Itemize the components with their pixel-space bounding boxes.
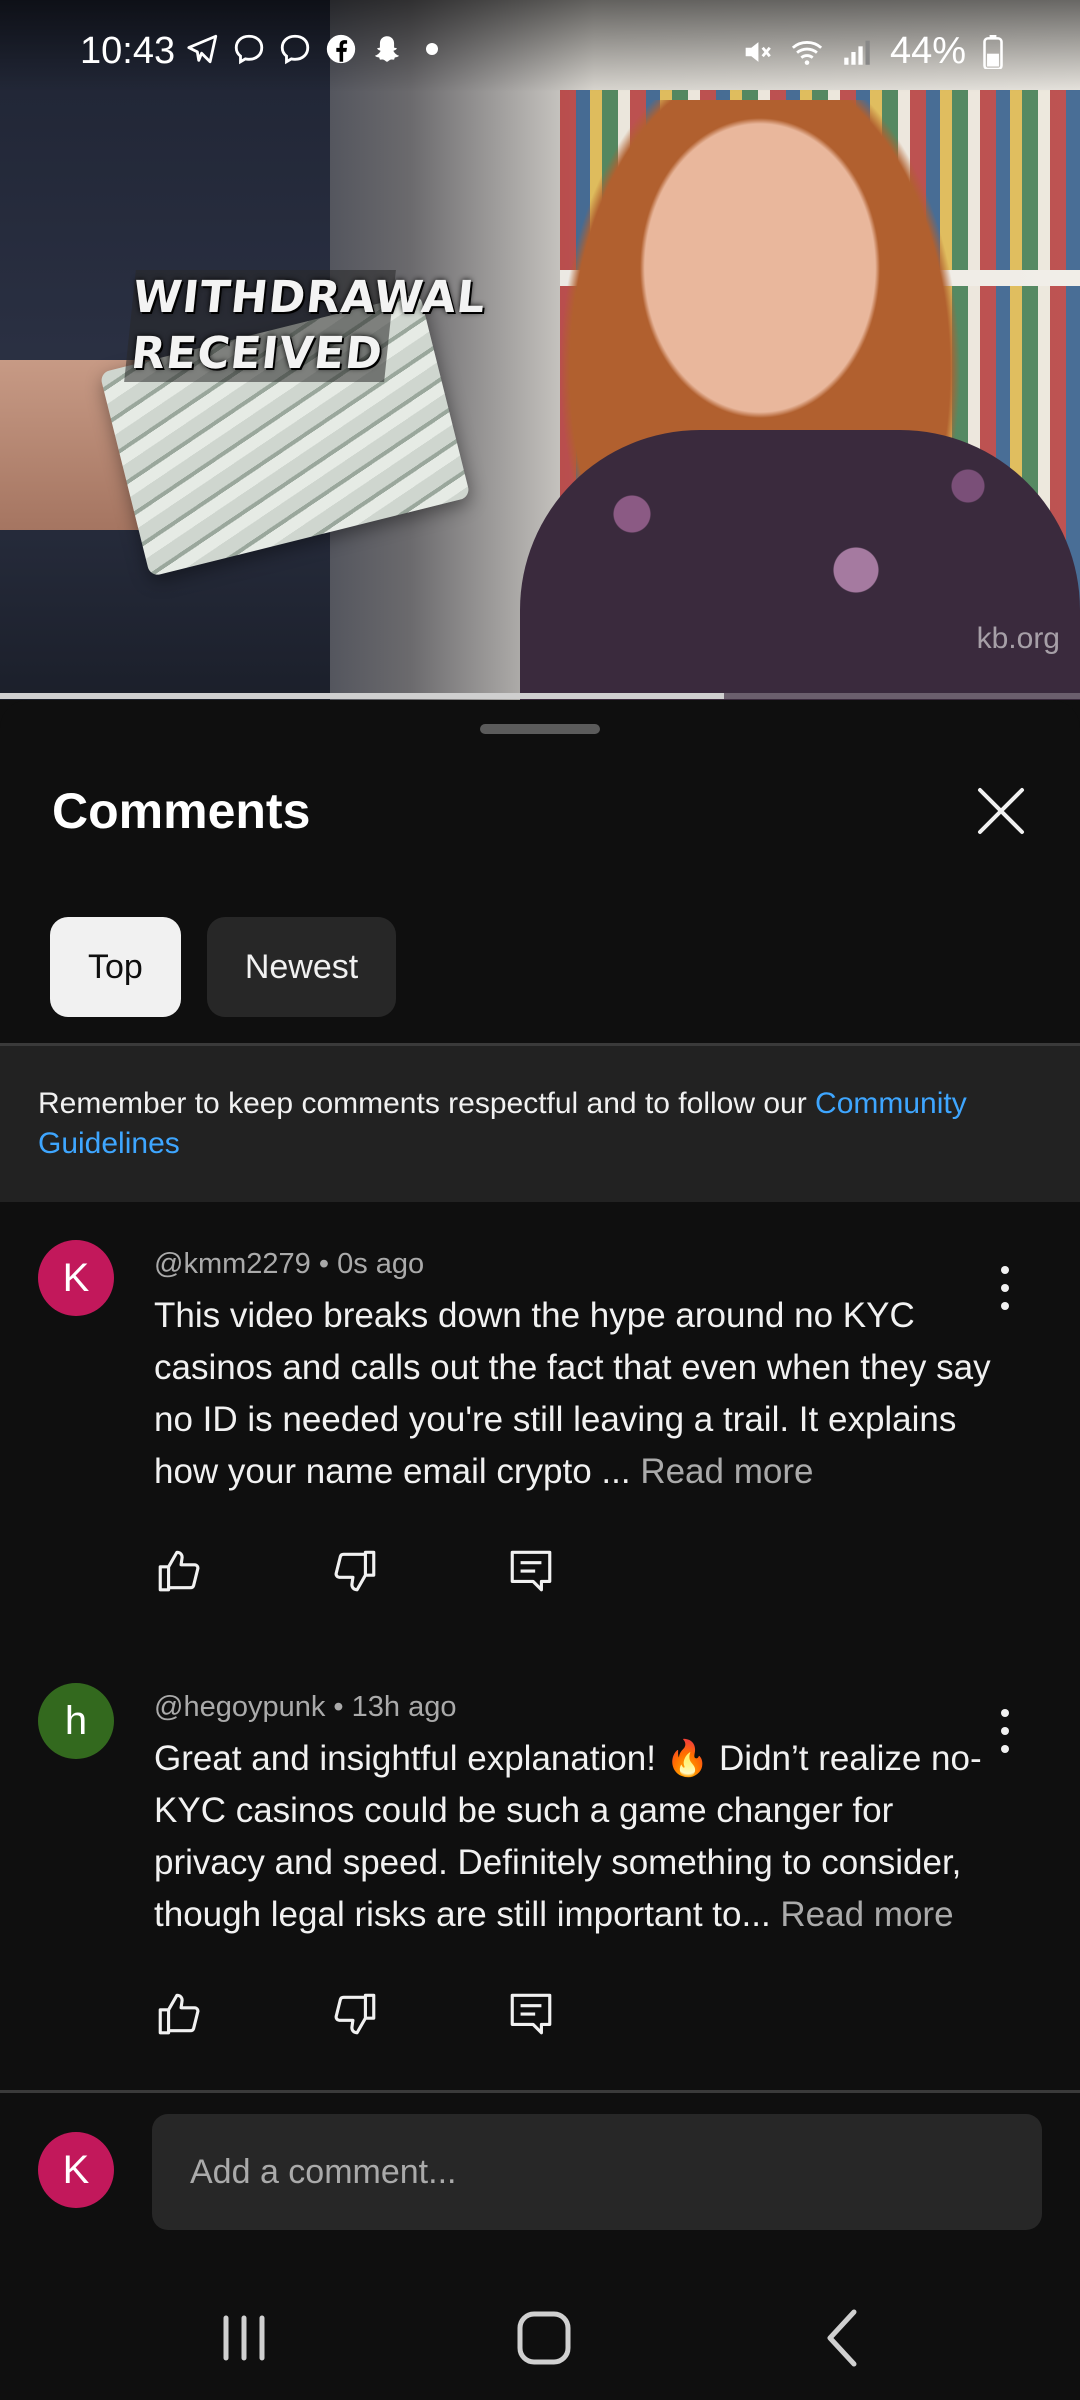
- status-bar: 10:43 44%: [0, 0, 1080, 92]
- messenger-icon: [280, 34, 310, 65]
- reply-icon[interactable]: [506, 1989, 556, 2039]
- home-icon[interactable]: [504, 2298, 584, 2378]
- like-icon[interactable]: [154, 1546, 204, 1596]
- video-progress-fill: [0, 693, 724, 699]
- comment-actions: [154, 1546, 556, 1596]
- comment-text[interactable]: This video breaks down the hype around n…: [154, 1290, 994, 1498]
- system-icons: 44%: [740, 30, 1004, 73]
- comment-body: This video breaks down the hype around n…: [154, 1296, 991, 1491]
- battery-icon: [983, 34, 1003, 69]
- facebook-icon: [326, 34, 356, 64]
- read-more-link[interactable]: Read more: [640, 1452, 813, 1491]
- comment-time: 13h ago: [351, 1691, 457, 1723]
- meta-separator: •: [318, 1248, 338, 1280]
- avatar: K: [38, 2132, 114, 2208]
- chip-newest[interactable]: Newest: [206, 917, 397, 1017]
- like-icon[interactable]: [154, 1989, 204, 2039]
- meta-separator: •: [333, 1691, 352, 1723]
- video-player[interactable]: WITHDRAWAL RECEIVED kb.org: [0, 0, 1080, 700]
- comment-time: 0s ago: [337, 1248, 425, 1280]
- snapchat-icon: [374, 36, 400, 62]
- comment-meta: @kmm2279 • 0s ago: [154, 1248, 424, 1281]
- wifi-icon: [791, 40, 823, 65]
- recents-icon[interactable]: [204, 2298, 284, 2378]
- avatar[interactable]: K: [38, 1240, 114, 1316]
- messenger-icon: [234, 34, 264, 65]
- video-overlay-line2: RECEIVED: [124, 326, 390, 382]
- more-vert-icon[interactable]: [990, 1258, 1020, 1318]
- close-icon[interactable]: [966, 776, 1036, 846]
- avatar[interactable]: h: [38, 1683, 114, 1759]
- video-overlay-line1: WITHDRAWAL: [130, 270, 489, 326]
- more-vert-icon[interactable]: [990, 1701, 1020, 1761]
- battery-percent: 44%: [889, 30, 966, 72]
- comment-author[interactable]: @hegoypunk: [154, 1691, 325, 1723]
- comment-item[interactable]: h @hegoypunk • 13h ago Great and insight…: [0, 1683, 1080, 2083]
- mute-icon: [745, 41, 771, 62]
- comments-title: Comments: [52, 783, 311, 839]
- sheet-drag-handle[interactable]: [480, 724, 600, 734]
- comments-sheet: Comments Top Newest Remember to keep com…: [0, 700, 1080, 2400]
- dot-icon: [426, 43, 438, 55]
- chip-top[interactable]: Top: [50, 917, 181, 1017]
- dislike-icon[interactable]: [330, 1989, 380, 2039]
- dislike-icon[interactable]: [330, 1546, 380, 1596]
- back-icon[interactable]: [804, 2298, 884, 2378]
- video-frame-presenter-dress: [520, 430, 1080, 700]
- comment-meta: @hegoypunk • 13h ago: [154, 1691, 456, 1724]
- telegram-icon: [187, 34, 218, 64]
- video-watermark: kb.org: [976, 622, 1060, 655]
- comment-actions: [154, 1989, 556, 2039]
- signal-icon: [844, 40, 870, 65]
- video-overlay-caption: WITHDRAWAL RECEIVED: [124, 270, 489, 382]
- reply-icon[interactable]: [506, 1546, 556, 1596]
- notification-icons: [186, 32, 438, 66]
- comment-author[interactable]: @kmm2279: [154, 1248, 311, 1280]
- divider: [0, 2090, 1080, 2093]
- read-more-link[interactable]: Read more: [780, 1895, 953, 1934]
- comment-sort-chips: Top Newest: [50, 917, 397, 1017]
- guidelines-text: Remember to keep comments respectful and…: [38, 1087, 816, 1120]
- comment-item[interactable]: K @kmm2279 • 0s ago This video breaks do…: [0, 1240, 1080, 1680]
- system-nav-bar: [0, 2280, 1080, 2400]
- video-progress-bar[interactable]: [0, 693, 1080, 699]
- guidelines-notice: Remember to keep comments respectful and…: [0, 1046, 1080, 1202]
- status-time: 10:43: [80, 30, 176, 72]
- add-comment-input[interactable]: Add a comment...: [152, 2114, 1042, 2230]
- comment-text[interactable]: Great and insightful explanation! 🔥 Didn…: [154, 1733, 994, 1941]
